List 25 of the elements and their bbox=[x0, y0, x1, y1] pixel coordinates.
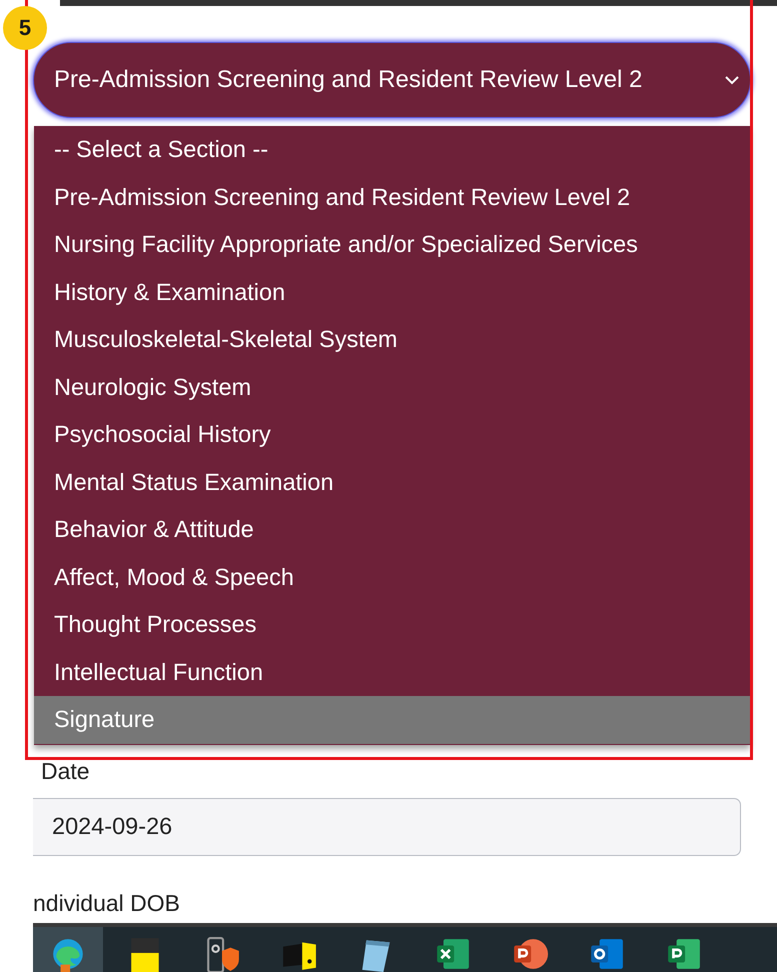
dropdown-option[interactable]: Behavior & Attitude bbox=[34, 506, 750, 554]
section-select[interactable]: Pre-Admission Screening and Resident Review Level 2 bbox=[33, 42, 751, 118]
mail-icon bbox=[589, 936, 625, 972]
spreadsheet-icon bbox=[435, 936, 471, 972]
date-field[interactable]: 2024-09-26 bbox=[33, 798, 741, 856]
dropdown-option[interactable]: Affect, Mood & Speech bbox=[34, 554, 750, 601]
dropdown-option[interactable]: -- Select a Section -- bbox=[34, 126, 750, 174]
dropdown-option[interactable]: Pre-Admission Screening and Resident Review Level 2 bbox=[34, 174, 750, 221]
chevron-down-icon bbox=[724, 75, 740, 85]
dropdown-option[interactable]: Neurologic System bbox=[34, 364, 750, 411]
field-label: Date bbox=[41, 758, 90, 784]
key-shield-icon bbox=[204, 936, 240, 972]
dropdown-option[interactable]: Signature bbox=[34, 696, 750, 744]
step-badge: 5 bbox=[3, 6, 47, 50]
dropdown-option[interactable]: Musculoskeletal-Skeletal System bbox=[34, 316, 750, 364]
dropdown-option[interactable]: Nursing Facility Appropriate and/or Specialized Services bbox=[34, 221, 750, 268]
browser-icon bbox=[50, 936, 86, 972]
presentation-icon bbox=[512, 936, 548, 972]
field-label: ndividual DOB bbox=[33, 890, 180, 916]
dropdown-option[interactable]: Mental Status Examination bbox=[34, 458, 750, 506]
dropdown-option[interactable]: Psychosocial History bbox=[34, 411, 750, 458]
project-icon bbox=[666, 936, 702, 972]
dropdown-option[interactable]: Intellectual Function bbox=[34, 648, 750, 696]
dropdown-option[interactable]: Thought Processes bbox=[34, 601, 750, 648]
dropdown-option[interactable]: History & Examination bbox=[34, 268, 750, 316]
